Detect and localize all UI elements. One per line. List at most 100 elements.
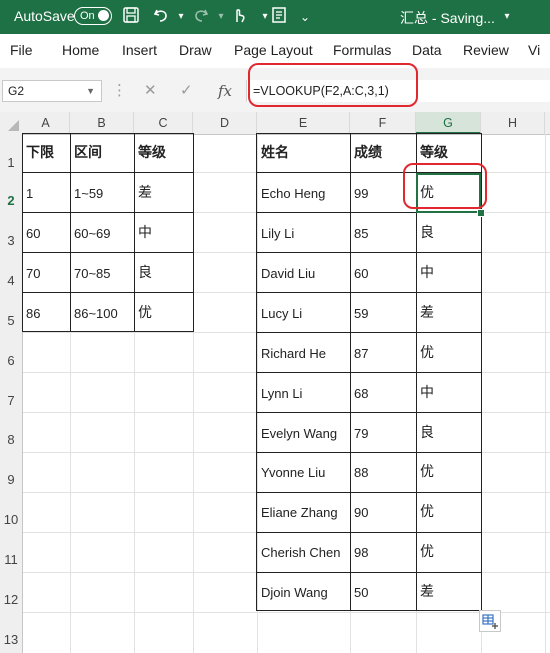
cell-g6[interactable]: 优 — [420, 345, 434, 361]
cell-f9[interactable]: 88 — [354, 465, 368, 481]
menu-page-layout[interactable]: Page Layout — [234, 42, 313, 58]
menu-insert[interactable]: Insert — [122, 42, 157, 58]
cell-a1[interactable]: 下限 — [26, 145, 54, 161]
menu-formulas[interactable]: Formulas — [333, 42, 391, 58]
cell-f12[interactable]: 50 — [354, 585, 368, 601]
cell-e4[interactable]: David Liu — [261, 266, 315, 282]
row-header-11[interactable]: 11 — [0, 552, 22, 567]
save-icon[interactable] — [120, 6, 142, 28]
cell-a2[interactable]: 1 — [26, 186, 33, 202]
column-header-d[interactable]: D — [193, 112, 257, 134]
menu-review[interactable]: Review — [463, 42, 509, 58]
cell-f6[interactable]: 87 — [354, 346, 368, 362]
column-header-e[interactable]: E — [257, 112, 350, 134]
cell-f1[interactable]: 成绩 — [354, 145, 382, 161]
row-header-5[interactable]: 5 — [0, 313, 22, 328]
cell-f3[interactable]: 85 — [354, 226, 368, 242]
cell-c4[interactable]: 良 — [138, 265, 152, 281]
menu-home[interactable]: Home — [62, 42, 99, 58]
cell-b2[interactable]: 1~59 — [74, 186, 103, 202]
cell-c1[interactable]: 等级 — [138, 145, 166, 161]
autosave-state: On — [80, 10, 95, 22]
cell-g11[interactable]: 优 — [420, 544, 434, 560]
cell-g9[interactable]: 优 — [420, 464, 434, 480]
cell-e7[interactable]: Lynn Li — [261, 386, 302, 402]
cell-g12[interactable]: 差 — [420, 584, 434, 600]
cell-b4[interactable]: 70~85 — [74, 266, 111, 282]
row-header-1[interactable]: 1 — [0, 155, 22, 170]
cell-b3[interactable]: 60~69 — [74, 226, 111, 242]
cell-g8[interactable]: 良 — [420, 425, 434, 441]
cell-f8[interactable]: 79 — [354, 426, 368, 442]
column-header-b[interactable]: B — [70, 112, 134, 134]
quick-analysis-icon — [482, 614, 498, 629]
cell-e5[interactable]: Lucy Li — [261, 306, 302, 322]
redo-icon[interactable] — [190, 6, 212, 28]
menu-view[interactable]: Vi — [528, 42, 540, 58]
select-all-corner[interactable] — [0, 112, 22, 134]
name-box[interactable]: G2 ▼ — [2, 80, 102, 102]
row-header-7[interactable]: 7 — [0, 393, 22, 408]
cell-b5[interactable]: 86~100 — [74, 306, 118, 322]
cell-f11[interactable]: 98 — [354, 545, 368, 561]
row-header-6[interactable]: 6 — [0, 353, 22, 368]
fill-handle[interactable] — [477, 209, 485, 217]
row-header-4[interactable]: 4 — [0, 273, 22, 288]
column-header-a[interactable]: A — [22, 112, 70, 134]
quick-analysis-button[interactable] — [479, 610, 501, 632]
cell-e8[interactable]: Evelyn Wang — [261, 426, 337, 442]
title-dropdown-icon[interactable]: ▾ — [496, 6, 518, 28]
column-header-h[interactable]: H — [481, 112, 545, 134]
cell-a4[interactable]: 70 — [26, 266, 40, 282]
column-header-c[interactable]: C — [134, 112, 193, 134]
cell-a3[interactable]: 60 — [26, 226, 40, 242]
autosave-toggle[interactable]: On — [74, 7, 112, 25]
cell-g4[interactable]: 中 — [420, 265, 434, 281]
cell-f4[interactable]: 60 — [354, 266, 368, 282]
row-header-13[interactable]: 13 — [0, 632, 22, 647]
row-header-10[interactable]: 10 — [0, 512, 22, 527]
cell-g3[interactable]: 良 — [420, 225, 434, 241]
cell-g7[interactable]: 中 — [420, 385, 434, 401]
column-header-f[interactable]: F — [350, 112, 416, 134]
row-header-8[interactable]: 8 — [0, 432, 22, 447]
cell-e3[interactable]: Lily Li — [261, 226, 294, 242]
cell-g5[interactable]: 差 — [420, 305, 434, 321]
cell-e12[interactable]: Djoin Wang — [261, 585, 328, 601]
customize-toolbar-icon[interactable]: ⌄ — [294, 6, 316, 28]
cell-c3[interactable]: 中 — [138, 225, 152, 241]
cell-e9[interactable]: Yvonne Liu — [261, 465, 325, 481]
cell-e1[interactable]: 姓名 — [261, 145, 289, 161]
cell-c2[interactable]: 差 — [138, 185, 152, 201]
undo-icon[interactable] — [150, 6, 172, 28]
cell-e6[interactable]: Richard He — [261, 346, 326, 362]
form-icon[interactable] — [268, 6, 290, 28]
column-header-g[interactable]: G — [416, 112, 481, 134]
cell-g1[interactable]: 等级 — [420, 145, 448, 161]
name-box-dropdown-icon[interactable]: ▼ — [86, 81, 95, 101]
touch-mode-icon[interactable] — [228, 6, 250, 28]
cell-f2[interactable]: 99 — [354, 186, 368, 202]
row-header-12[interactable]: 12 — [0, 592, 22, 607]
cell-f5[interactable]: 59 — [354, 306, 368, 322]
cell-e11[interactable]: Cherish Chen — [261, 545, 341, 561]
name-box-value: G2 — [8, 84, 25, 98]
cell-g10[interactable]: 优 — [420, 504, 434, 520]
cell-f10[interactable]: 90 — [354, 505, 368, 521]
insert-function-icon[interactable]: fx — [218, 80, 232, 102]
menu-file[interactable]: File — [10, 42, 33, 58]
undo-dropdown-icon[interactable]: ▾ — [170, 6, 192, 28]
cancel-icon[interactable]: ✕ — [144, 80, 157, 102]
cell-c5[interactable]: 优 — [138, 305, 152, 321]
row-header-2[interactable]: 2 — [0, 193, 22, 208]
cell-a5[interactable]: 86 — [26, 306, 40, 322]
cell-e2[interactable]: Echo Heng — [261, 186, 325, 202]
cell-f7[interactable]: 68 — [354, 386, 368, 402]
row-header-3[interactable]: 3 — [0, 233, 22, 248]
enter-icon[interactable]: ✓ — [180, 80, 193, 102]
menu-data[interactable]: Data — [412, 42, 442, 58]
cell-b1[interactable]: 区间 — [74, 145, 102, 161]
row-header-9[interactable]: 9 — [0, 472, 22, 487]
cell-e10[interactable]: Eliane Zhang — [261, 505, 338, 521]
menu-draw[interactable]: Draw — [179, 42, 212, 58]
